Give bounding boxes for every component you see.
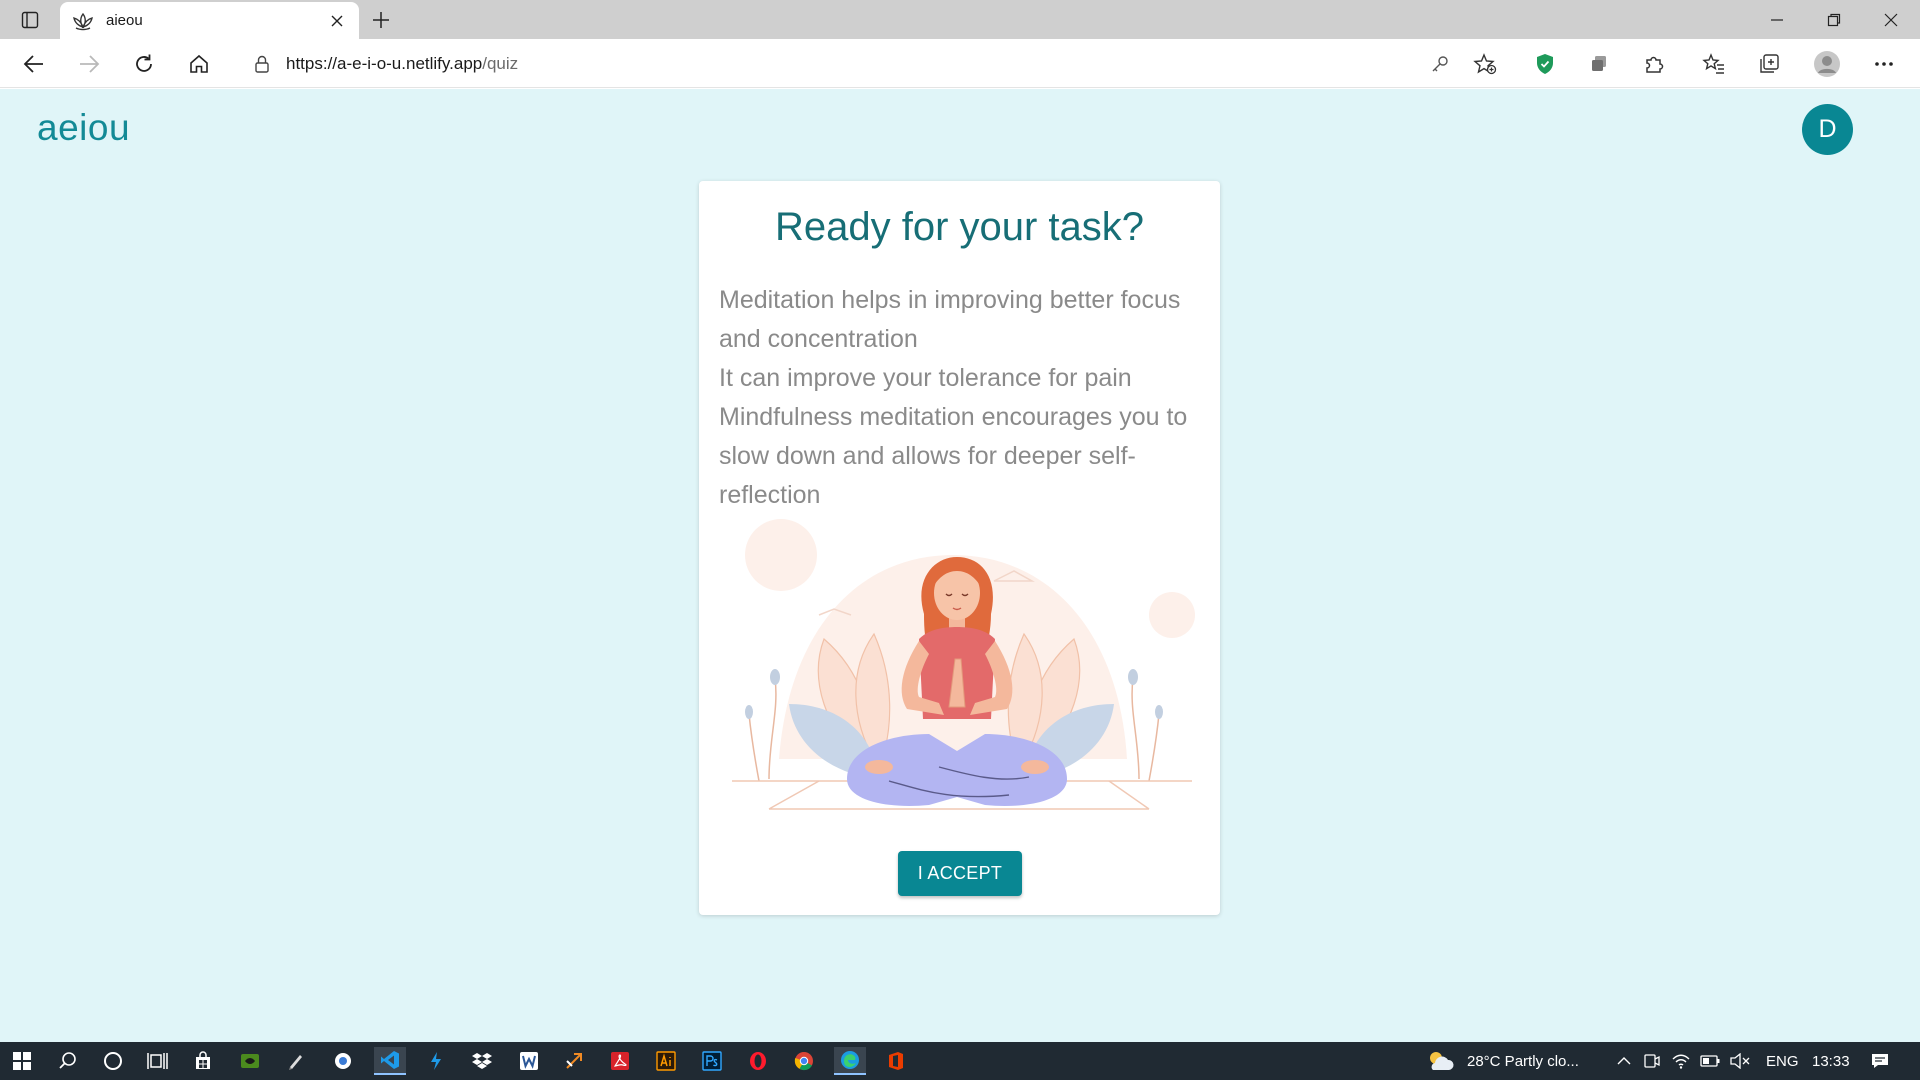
card-title: Ready for your task?: [774, 205, 1145, 249]
accept-button[interactable]: I ACCEPT: [898, 851, 1022, 896]
card-description: Meditation helps in improving better foc…: [719, 281, 1205, 515]
word-icon[interactable]: [513, 1047, 545, 1075]
close-icon: [1884, 13, 1898, 26]
browser-toolbar: https://a-e-i-o-u.netlify.app/quiz: [0, 39, 1920, 88]
browser-titlebar: aieou: [0, 0, 1920, 39]
dropbox-icon[interactable]: [466, 1047, 498, 1075]
lotus-icon: [72, 10, 94, 32]
benefit-line: It can improve your tolerance for pain: [719, 364, 1132, 392]
page-content: aeiou D Ready for your task? Meditation …: [0, 89, 1920, 1042]
language-indicator[interactable]: ENG: [1766, 1042, 1799, 1080]
lightning-app-icon[interactable]: [420, 1047, 452, 1075]
clock[interactable]: 13:33: [1812, 1042, 1850, 1080]
new-tab-button[interactable]: [366, 6, 396, 34]
user-avatar[interactable]: D: [1802, 104, 1853, 155]
windows-start-icon[interactable]: [6, 1047, 38, 1075]
nvidia-icon[interactable]: [234, 1047, 266, 1075]
windows-taskbar: 28°C Partly clo... ENG 13:33: [0, 1042, 1920, 1080]
home-button[interactable]: [181, 46, 217, 82]
vscode-icon[interactable]: [374, 1047, 406, 1075]
arrow-app-icon[interactable]: [558, 1047, 590, 1075]
tab-close-icon[interactable]: [327, 11, 347, 31]
benefit-line: Meditation helps in improving better foc…: [719, 286, 1181, 353]
wifi-icon[interactable]: [1665, 1047, 1697, 1075]
cortana-icon[interactable]: [97, 1047, 129, 1075]
forward-button[interactable]: [71, 46, 107, 82]
volume-muted-icon[interactable]: [1724, 1047, 1756, 1075]
more-options-icon[interactable]: [1867, 47, 1901, 81]
benefit-line: Mindfulness meditation encourages you to…: [719, 403, 1188, 509]
tab-title: aieou: [106, 12, 143, 29]
refresh-icon: [136, 54, 152, 72]
favorites-icon[interactable]: [1697, 47, 1731, 81]
arrow-right-icon: [80, 55, 100, 73]
restore-icon: [1827, 13, 1841, 26]
plus-icon: [373, 12, 389, 28]
refresh-button[interactable]: [126, 46, 162, 82]
store-icon[interactable]: [187, 1047, 219, 1075]
opera-icon[interactable]: [742, 1047, 774, 1075]
tab-actions-button[interactable]: [12, 7, 48, 33]
task-view-icon[interactable]: [141, 1047, 173, 1075]
chrome-icon[interactable]: [788, 1047, 820, 1075]
stack-extension-icon[interactable]: [1582, 47, 1616, 81]
meditation-illustration: [732, 519, 1195, 810]
minimize-icon: [1771, 18, 1783, 21]
home-icon: [190, 54, 208, 73]
acrobat-icon[interactable]: [604, 1047, 636, 1075]
lock-icon[interactable]: [252, 54, 272, 74]
collections-icon[interactable]: [1752, 47, 1786, 81]
back-button[interactable]: [16, 46, 52, 82]
browser-tab[interactable]: aieou: [60, 2, 359, 39]
tab-actions-icon: [21, 11, 39, 29]
task-card: Ready for your task? Meditation helps in…: [699, 181, 1220, 915]
weather-partly-cloudy-icon[interactable]: [1424, 1047, 1456, 1075]
site-logo[interactable]: aeiou: [37, 107, 130, 149]
meet-now-icon[interactable]: [1636, 1047, 1668, 1075]
illustrator-icon[interactable]: [650, 1047, 682, 1075]
shield-extension-icon[interactable]: [1528, 47, 1562, 81]
search-icon[interactable]: [52, 1047, 84, 1075]
address-bar[interactable]: https://a-e-i-o-u.netlify.app/quiz: [236, 45, 1510, 83]
photoshop-icon[interactable]: [696, 1047, 728, 1075]
extensions-puzzle-icon[interactable]: [1637, 47, 1671, 81]
add-favorite-icon[interactable]: [1468, 47, 1502, 81]
office-icon[interactable]: [880, 1047, 912, 1075]
close-window-button[interactable]: [1862, 0, 1920, 39]
restore-button[interactable]: [1805, 0, 1863, 39]
app-circle-icon[interactable]: [327, 1047, 359, 1075]
notifications-icon[interactable]: [1864, 1047, 1896, 1075]
battery-icon[interactable]: [1694, 1047, 1726, 1075]
weather-text[interactable]: 28°C Partly clo...: [1467, 1042, 1579, 1080]
arrow-left-icon: [23, 55, 43, 73]
profile-icon[interactable]: [1810, 47, 1844, 81]
pen-app-icon[interactable]: [280, 1047, 312, 1075]
password-key-icon[interactable]: [1423, 47, 1457, 81]
minimize-button[interactable]: [1748, 0, 1806, 39]
url-host: https://a-e-i-o-u.netlify.app: [286, 54, 483, 73]
url-path: /quiz: [482, 54, 519, 73]
edge-icon[interactable]: [834, 1047, 866, 1075]
